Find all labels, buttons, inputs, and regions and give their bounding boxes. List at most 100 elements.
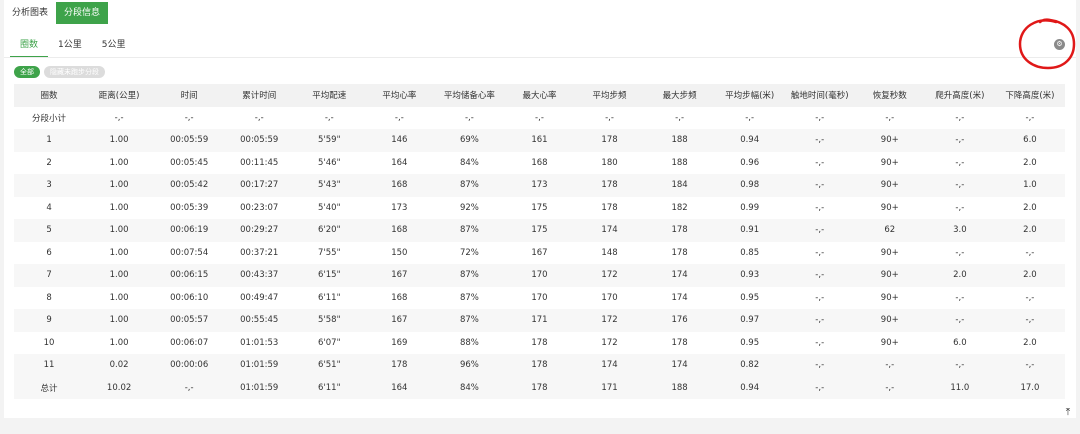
table-cell: 6.0	[924, 331, 995, 354]
arrow-to-top-icon[interactable]: ⤒	[1062, 407, 1074, 419]
column-header: 最大步频	[644, 84, 715, 107]
table-cell: 174	[574, 219, 645, 242]
table-cell: 178	[364, 354, 435, 377]
table-cell: 178	[644, 331, 715, 354]
table-cell: 146	[364, 129, 435, 152]
tab-laps[interactable]: 圈数	[10, 36, 49, 58]
table-cell: 150	[364, 241, 435, 264]
table-cell: 182	[644, 196, 715, 219]
table-cell: 00:55:45	[224, 309, 295, 332]
table-row: 7 1.00 00:06:15 00:43:37 6'15" 167 87% 170 172 17…	[14, 264, 1065, 287]
table-cell: -,-	[924, 196, 995, 219]
table-cell: -,-	[364, 106, 435, 129]
table-cell: -,-	[294, 106, 365, 129]
chip-hide-non-running[interactable]: 隐藏未跑步分段	[44, 66, 105, 78]
table-cell: -,-	[784, 129, 855, 152]
table-cell: 171	[504, 309, 575, 332]
table-cell: 0.99	[714, 196, 785, 219]
table-row: 9 1.00 00:05:57 00:55:45 5'58" 167 87% 171 172 17…	[14, 309, 1065, 332]
table-cell: 0.85	[714, 241, 785, 264]
table-cell: 6'15"	[294, 264, 365, 287]
table-cell: 88%	[434, 331, 505, 354]
table-cell: -,-	[784, 264, 855, 287]
table-cell: 5'59"	[294, 129, 365, 152]
table-cell: 0.91	[714, 219, 785, 242]
gear-icon[interactable]: ⚙	[1054, 39, 1065, 50]
table-cell: -,-	[854, 106, 925, 129]
table-cell: 0.95	[714, 331, 785, 354]
chip-all[interactable]: 全部	[14, 66, 40, 78]
table-cell: 6'11"	[294, 376, 365, 399]
table-row: 总计 10.02 -,- 01:01:59 6'11" 164 84% 178 171 188 0.…	[14, 376, 1065, 399]
table-cell: 62	[854, 219, 925, 242]
table-cell: -,-	[924, 286, 995, 309]
table-cell: -,-	[784, 309, 855, 332]
table-row: 6 1.00 00:07:54 00:37:21 7'55" 150 72% 167 148 17…	[14, 241, 1065, 264]
table-cell: -,-	[784, 106, 855, 129]
table-cell: -,-	[784, 151, 855, 174]
table-cell: 01:01:59	[224, 354, 295, 377]
table-cell: 0.98	[714, 174, 785, 197]
table-cell: 1.00	[84, 241, 155, 264]
table-cell: -,-	[994, 286, 1065, 309]
table-cell: 2.0	[994, 264, 1065, 287]
table-cell: 90+	[854, 286, 925, 309]
segment-type-tabs: 圈数 1公里 5公里	[10, 36, 135, 58]
table-cell: -,-	[784, 241, 855, 264]
table-cell: 1.00	[84, 264, 155, 287]
table-cell: 174	[644, 286, 715, 309]
tab-5km[interactable]: 5公里	[92, 36, 136, 58]
filter-chips: 全部 隐藏未跑步分段	[14, 66, 105, 78]
table-cell: 173	[364, 196, 435, 219]
table-cell: 1	[14, 129, 85, 152]
table-cell: 178	[644, 241, 715, 264]
column-header: 爬升高度(米)	[924, 84, 995, 107]
table-cell: 2.0	[994, 196, 1065, 219]
table-cell: 3	[14, 174, 85, 197]
table-cell: 1.0	[994, 174, 1065, 197]
table-cell: 174	[644, 354, 715, 377]
table-row: 11 0.02 00:00:06 01:01:59 6'51" 178 96% 178 174 1…	[14, 354, 1065, 377]
tab-analysis-chart[interactable]: 分析图表	[4, 2, 56, 24]
table-cell: -,-	[924, 129, 995, 152]
table-cell: 175	[504, 219, 575, 242]
table-cell: 87%	[434, 219, 505, 242]
table-cell: -,-	[924, 354, 995, 377]
table-cell: 87%	[434, 286, 505, 309]
column-header: 下降高度(米)	[994, 84, 1065, 107]
table-cell: -,-	[714, 106, 785, 129]
table-cell: 1.00	[84, 151, 155, 174]
table-cell: -,-	[784, 196, 855, 219]
column-header: 距离(公里)	[84, 84, 155, 107]
table-cell: 00:05:42	[154, 174, 225, 197]
table-cell: 178	[504, 376, 575, 399]
tab-segment-info[interactable]: 分段信息	[56, 2, 109, 24]
table-cell: 6'11"	[294, 286, 365, 309]
table-cell: -,-	[924, 309, 995, 332]
table-cell: 11	[14, 354, 85, 377]
table-cell: 9	[14, 309, 85, 332]
table-cell: 72%	[434, 241, 505, 264]
table-cell: 1.00	[84, 174, 155, 197]
table-cell: 01:01:59	[224, 376, 295, 399]
table-cell: 6.0	[994, 129, 1065, 152]
table-cell: 1.00	[84, 286, 155, 309]
table-cell: 167	[504, 241, 575, 264]
table-cell: 188	[644, 151, 715, 174]
table-cell: 00:06:10	[154, 286, 225, 309]
table-cell: 2.0	[924, 264, 995, 287]
tab-1km[interactable]: 1公里	[48, 36, 92, 58]
table-cell: 0.02	[84, 354, 155, 377]
table-cell: 00:17:27	[224, 174, 295, 197]
table-cell: 00:43:37	[224, 264, 295, 287]
table-cell: 00:29:27	[224, 219, 295, 242]
table-cell: 168	[364, 219, 435, 242]
table-cell: -,-	[434, 106, 505, 129]
table-row: 3 1.00 00:05:42 00:17:27 5'43" 168 87% 173 178 18…	[14, 174, 1065, 197]
column-header: 触地时间(毫秒)	[784, 84, 855, 107]
table-row: 10 1.00 00:06:07 01:01:53 6'07" 169 88% 178 172 1…	[14, 331, 1065, 354]
table-cell: 90+	[854, 174, 925, 197]
table-cell: 164	[364, 376, 435, 399]
table-cell: 188	[644, 129, 715, 152]
segment-table: 圈数 距离(公里) 时间 累计时间 平均配速 平均心率 平均储备心率 最大心率 平均步频 最大步频…	[14, 84, 1065, 399]
